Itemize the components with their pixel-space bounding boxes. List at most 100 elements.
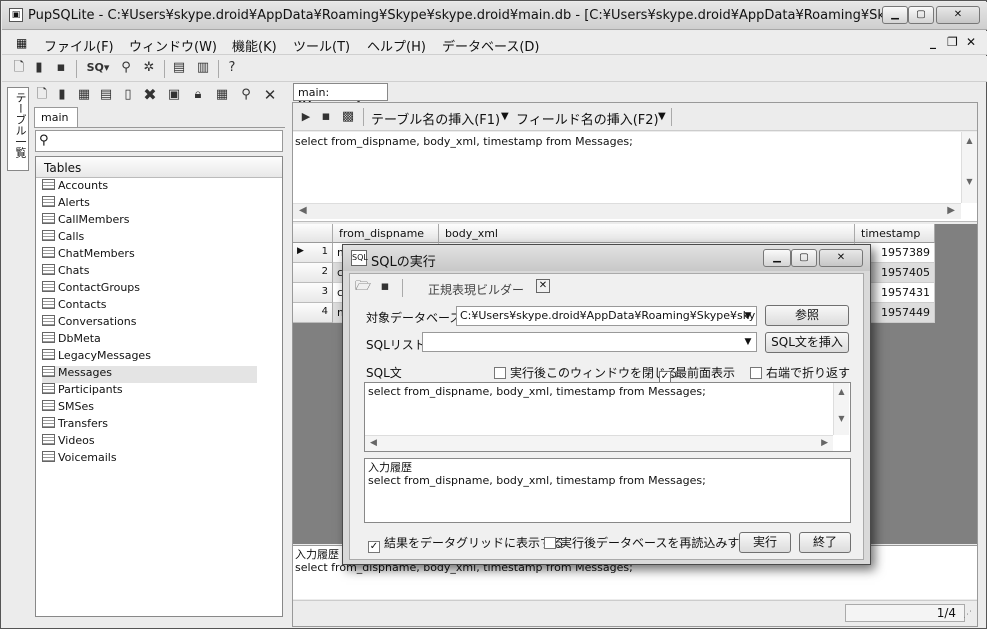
table-item[interactable]: Transfers	[42, 417, 257, 434]
table-item[interactable]: Calls	[42, 230, 257, 247]
table-item-label: SMSes	[58, 400, 94, 413]
db-tab-main[interactable]: main	[34, 107, 78, 128]
table-icon[interactable]: ▦	[75, 86, 93, 104]
save-icon[interactable]: ▪	[376, 278, 394, 296]
table-icon	[42, 400, 55, 411]
sql-dropdown-icon[interactable]: SQ▾	[82, 59, 114, 77]
save-icon[interactable]: ▪	[317, 108, 335, 126]
table-item[interactable]: Accounts	[42, 179, 257, 196]
close-after-checkbox[interactable]: 実行後このウィンドウを閉じる	[494, 364, 678, 381]
sql-vertical-scrollbar[interactable]: ▲ ▼	[833, 383, 849, 435]
mdi-restore-icon[interactable]: ❐	[947, 35, 958, 49]
gear-icon[interactable]: ✲	[140, 59, 158, 77]
dialog-history-box[interactable]: 入力履歴 select from_dispname, body_xml, tim…	[364, 458, 851, 523]
close-button[interactable]: ✕	[936, 6, 980, 24]
close-panel-icon[interactable]: ✕	[261, 86, 279, 104]
table-item[interactable]: SMSes	[42, 400, 257, 417]
page-icon[interactable]: ▯	[119, 86, 137, 104]
column-header[interactable]: timestamp	[855, 224, 935, 243]
table-item[interactable]: Contacts	[42, 298, 257, 315]
table-search-input[interactable]: ⚲	[35, 130, 283, 152]
chevron-down-icon[interactable]: ▼	[658, 111, 666, 122]
editor-horizontal-scrollbar[interactable]: ◀ ▶	[293, 203, 961, 219]
dialog-title: SQLの実行	[371, 255, 436, 270]
show-in-grid-checkbox[interactable]: ✓ 結果をデータグリッドに表示する	[368, 534, 564, 553]
topmost-checkbox[interactable]: ✓ 最前面表示	[659, 364, 735, 383]
new-icon[interactable]: 🗋	[33, 86, 51, 104]
column-header[interactable]: from_dispname	[333, 224, 439, 243]
table-item[interactable]: Messages	[42, 366, 257, 383]
dialog-close-button[interactable]: ✕	[819, 249, 863, 267]
regex-builder-button[interactable]: 正規表現ビルダー	[428, 281, 524, 298]
row-header[interactable]: 4	[293, 303, 333, 323]
row-header[interactable]: 3	[293, 283, 333, 303]
run-icon[interactable]: ▶	[297, 108, 315, 126]
insert-field-name-button[interactable]: フィールド名の挿入(F2)	[516, 109, 659, 128]
menu-file[interactable]: ファイル(F)	[44, 36, 114, 55]
dialog-history-text: select from_dispname, body_xml, timestam…	[368, 474, 706, 487]
table-item[interactable]: CallMembers	[42, 213, 257, 230]
grid-icon[interactable]: ▦	[213, 86, 231, 104]
dialog-minimize-button[interactable]: ▁	[763, 249, 791, 267]
minimize-button[interactable]: ▁	[882, 6, 908, 24]
menu-window[interactable]: ウィンドウ(W)	[129, 36, 217, 55]
tab-main-messages[interactable]: main: [Messages]	[293, 83, 388, 112]
reload-after-checkbox[interactable]: 実行後データベースを再読込みする	[544, 534, 751, 551]
open-folder-icon[interactable]: 🗁	[354, 278, 372, 296]
table-item[interactable]: ContactGroups	[42, 281, 257, 298]
title-bar: ▣ PupSQLite - C:¥Users¥skype.droid¥AppDa…	[2, 2, 987, 30]
menu-help[interactable]: ヘルプ(H)	[367, 36, 426, 55]
insert-sql-button[interactable]: SQL文を挿入	[765, 332, 849, 353]
mdi-icon[interactable]: ▦	[16, 36, 27, 50]
table-item[interactable]: Videos	[42, 434, 257, 451]
search-icon[interactable]: ⚲	[117, 59, 135, 77]
chevron-down-icon[interactable]: ▼	[501, 111, 509, 122]
open-db-icon[interactable]: ▮	[30, 59, 48, 77]
new-file-icon[interactable]: 🗋	[10, 59, 28, 77]
maximize-button[interactable]: ▢	[908, 6, 934, 24]
row-header[interactable]: 2	[293, 263, 333, 283]
table-item[interactable]: LegacyMessages	[42, 349, 257, 366]
resize-grip[interactable]: ⋰	[963, 610, 972, 620]
insert-table-name-button[interactable]: テーブル名の挿入(F1)	[371, 109, 500, 128]
table-item[interactable]: Chats	[42, 264, 257, 281]
table-window-icon[interactable]: ▤	[170, 59, 188, 77]
mdi-minimize-icon[interactable]: _	[930, 35, 936, 49]
help-icon[interactable]: ?	[223, 59, 241, 77]
row-header[interactable]: ▶ 1	[293, 243, 333, 263]
lock-icon[interactable]: 🔒︎	[189, 86, 207, 104]
column-header[interactable]: body_xml	[439, 224, 855, 243]
table-item[interactable]: ChatMembers	[42, 247, 257, 264]
table-list-vertical-tab[interactable]: テーブル一覧	[7, 87, 29, 171]
table-item[interactable]: Conversations	[42, 315, 257, 332]
target-db-select[interactable]: C:¥Users¥skype.droid¥AppData¥Roaming¥Sky…	[456, 306, 757, 326]
run-button[interactable]: 実行	[739, 532, 791, 553]
save-icon[interactable]: ▪	[52, 59, 70, 77]
table-item[interactable]: DbMeta	[42, 332, 257, 349]
wrap-checkbox[interactable]: 右端で折り返す	[750, 364, 850, 381]
mdi-close-icon[interactable]: ✕	[966, 35, 976, 49]
dialog-maximize-button[interactable]: ▢	[791, 249, 817, 267]
sql-horizontal-scrollbar[interactable]: ◀ ▶	[365, 435, 833, 451]
save-as-icon[interactable]: ▩	[339, 108, 357, 126]
index-icon[interactable]: ▤	[97, 86, 115, 104]
end-button[interactable]: 終了	[799, 532, 851, 553]
browse-button[interactable]: 参照	[765, 305, 849, 326]
delete-icon[interactable]: ✖	[141, 86, 159, 104]
editor-vertical-scrollbar[interactable]: ▲ ▼	[961, 132, 977, 203]
pin-icon[interactable]: ⚲	[237, 86, 255, 104]
sql-list-select[interactable]: ▼	[422, 332, 757, 352]
open-icon[interactable]: ▮	[53, 86, 71, 104]
close-icon[interactable]: ✕	[536, 279, 550, 293]
menu-tools[interactable]: ツール(T)	[293, 36, 350, 55]
export-icon[interactable]: ▥	[194, 59, 212, 77]
menu-function[interactable]: 機能(K)	[232, 36, 277, 55]
table-item[interactable]: Voicemails	[42, 451, 257, 468]
table-item[interactable]: Participants	[42, 383, 257, 400]
menu-database[interactable]: データベース(D)	[442, 36, 540, 55]
table-icon	[42, 179, 55, 190]
table-item-label: Contacts	[58, 298, 107, 311]
status-bar: 1/4 ⋰	[293, 600, 977, 626]
window-icon[interactable]: ▣	[165, 86, 183, 104]
table-item[interactable]: Alerts	[42, 196, 257, 213]
